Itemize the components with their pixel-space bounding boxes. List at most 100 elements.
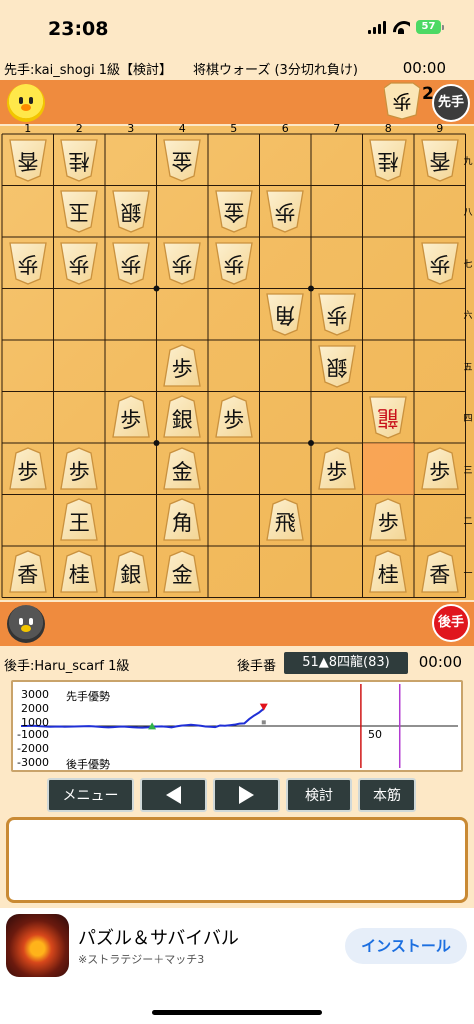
graph-y-label: 2000 (21, 702, 49, 715)
file-label: 1 (24, 122, 32, 135)
shogi-piece[interactable]: 歩 (7, 447, 49, 491)
piece-char: 金 (171, 562, 193, 587)
shogi-piece[interactable]: 歩 (419, 447, 461, 491)
battery-icon: 57 (416, 20, 444, 34)
last-move-highlight (362, 443, 414, 495)
shogi-piece[interactable]: 歩 (264, 189, 306, 233)
shogi-piece[interactable]: 銀 (161, 395, 203, 439)
previous-move-button[interactable] (140, 778, 207, 812)
shogi-piece[interactable]: 歩 (58, 447, 100, 491)
ad-title[interactable]: パズル＆サバイバル (78, 924, 239, 950)
last-move-display: 51▲8四龍(83) (284, 652, 408, 674)
rank-label: 七 (463, 259, 473, 270)
graph-x-mark: 50 (368, 728, 382, 741)
piece-char: 歩 (326, 303, 348, 328)
shogi-piece[interactable]: 香 (419, 550, 461, 594)
piece-char: 銀 (171, 408, 193, 433)
gote-info-row: 後手:Haru_scarf 1級 後手番 51▲8四龍(83) 00:00 (0, 650, 474, 676)
shogi-piece[interactable]: 金 (161, 550, 203, 594)
evaluation-graph[interactable]: 3000 2000 1000 -1000 -2000 -3000 先手優勢 後手… (11, 680, 463, 772)
turn-indicator: 後手番 (237, 659, 277, 674)
wifi-icon (392, 21, 410, 34)
shogi-piece[interactable]: 香 (7, 550, 49, 594)
shogi-piece[interactable]: 歩 (213, 241, 255, 285)
shogi-piece[interactable]: 歩 (110, 395, 152, 439)
piece-char: 歩 (120, 408, 142, 433)
shogi-piece[interactable]: 金 (161, 138, 203, 182)
shogi-piece[interactable]: 香 (419, 138, 461, 182)
captured-piece[interactable]: 歩 (383, 82, 421, 120)
shogi-piece[interactable]: 歩 (58, 241, 100, 285)
comment-box[interactable] (6, 817, 468, 903)
piece-char: 香 (429, 562, 451, 587)
shogi-piece[interactable]: 飛 (264, 498, 306, 542)
shogi-piece[interactable]: 歩 (161, 241, 203, 285)
piece-char: 歩 (17, 459, 39, 484)
rank-label: 一 (463, 568, 473, 579)
crow-avatar-icon (7, 605, 45, 643)
shogi-piece[interactable]: 銀 (110, 189, 152, 233)
piece-char: 角 (274, 303, 296, 328)
graph-y-label: -2000 (17, 742, 49, 755)
shogi-piece[interactable]: 銀 (110, 550, 152, 594)
piece-char: 金 (223, 200, 245, 225)
shogi-piece[interactable]: 歩 (161, 344, 203, 388)
shogi-piece[interactable]: 桂 (367, 550, 409, 594)
arrow-right-icon (239, 786, 254, 804)
shogi-piece[interactable]: 歩 (7, 241, 49, 285)
ad-install-button[interactable]: インストール (345, 928, 467, 964)
shogi-piece[interactable]: 歩 (110, 241, 152, 285)
file-label: 3 (127, 122, 135, 135)
shogi-piece[interactable]: 歩 (213, 395, 255, 439)
analyze-button[interactable]: 検討 (286, 778, 352, 812)
file-label: 7 (333, 122, 341, 135)
piece-char: 歩 (171, 356, 193, 381)
menu-button[interactable]: メニュー (47, 778, 134, 812)
shogi-piece[interactable]: 金 (213, 189, 255, 233)
ad-app-icon[interactable] (6, 914, 69, 977)
shogi-piece[interactable]: 玉 (58, 189, 100, 233)
ad-banner[interactable]: パズル＆サバイバル ※ストラテジー＋マッチ3 インストール (0, 908, 474, 988)
shogi-piece[interactable]: 角 (161, 498, 203, 542)
sente-clock: 00:00 (402, 59, 446, 77)
piece-char: 飛 (274, 511, 296, 536)
rank-label: 三 (463, 465, 473, 476)
shogi-piece[interactable]: 桂 (58, 550, 100, 594)
shogi-piece[interactable]: 角 (264, 292, 306, 336)
rank-label: 二 (463, 517, 473, 528)
rank-label: 九 (463, 156, 473, 167)
main-line-button[interactable]: 本筋 (358, 778, 416, 812)
next-move-button[interactable] (213, 778, 280, 812)
piece-char: 歩 (120, 251, 142, 276)
graph-current-marker (259, 703, 268, 711)
shogi-piece[interactable]: 歩 (419, 241, 461, 285)
captured-piece-char: 歩 (392, 90, 412, 112)
shogi-piece[interactable]: 龍 (367, 395, 409, 439)
shogi-piece[interactable]: 桂 (58, 138, 100, 182)
home-indicator[interactable] (152, 1010, 322, 1015)
file-label: 6 (281, 122, 289, 135)
shogi-piece[interactable]: 歩 (316, 292, 358, 336)
piece-char: 金 (171, 148, 193, 173)
star-point (153, 285, 160, 292)
piece-char: 銀 (326, 354, 348, 379)
graph-eval-line (21, 707, 265, 729)
shogi-board[interactable]: 香桂金桂香玉銀金歩歩歩歩歩歩歩角歩銀歩歩銀歩龍歩歩金歩歩王角飛歩香桂銀金桂香 (0, 126, 474, 600)
graph-square-marker (261, 720, 266, 725)
file-label: 9 (436, 122, 444, 135)
shogi-piece[interactable]: 銀 (316, 344, 358, 388)
rank-label: 五 (463, 362, 473, 373)
status-icons: 57 (368, 20, 444, 34)
shogi-piece[interactable]: 香 (7, 138, 49, 182)
shogi-piece[interactable]: 王 (58, 498, 100, 542)
sente-badge: 先手 (432, 84, 470, 122)
shogi-piece[interactable]: 歩 (316, 447, 358, 491)
piece-char: 香 (429, 148, 451, 173)
shogi-piece[interactable]: 桂 (367, 138, 409, 182)
piece-char: 歩 (429, 459, 451, 484)
shogi-piece[interactable]: 金 (161, 447, 203, 491)
piece-char: 龍 (377, 406, 399, 431)
piece-char: 歩 (171, 251, 193, 276)
gote-advantage-label: 後手優勢 (66, 758, 110, 771)
shogi-piece[interactable]: 歩 (367, 498, 409, 542)
